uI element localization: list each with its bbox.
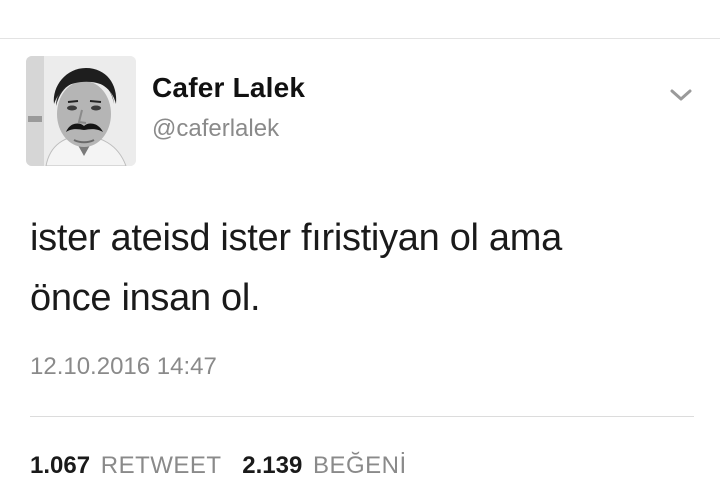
retweet-stat[interactable]: 1.067 RETWEET: [30, 452, 222, 480]
author-name[interactable]: Cafer Lalek: [152, 72, 305, 104]
author-handle[interactable]: @caferlalek: [152, 115, 279, 143]
like-label: BEĞENİ: [312, 452, 407, 479]
tweet-text: ister ateisd ister fıristiyan ol ama önc…: [30, 208, 680, 328]
tweet-timestamp[interactable]: 12.10.2016 14:47: [30, 353, 217, 381]
tweet-menu-button[interactable]: [666, 80, 696, 110]
stats-divider: [30, 416, 694, 417]
like-stat[interactable]: 2.139 BEĞENİ: [242, 452, 406, 480]
like-count: 2.139: [242, 452, 303, 479]
retweet-label: RETWEET: [100, 452, 222, 479]
avatar-photo-icon: [26, 56, 136, 166]
retweet-count: 1.067: [30, 452, 91, 479]
chevron-down-icon: [670, 89, 692, 101]
avatar[interactable]: [26, 56, 136, 166]
tweet-text-line: ister ateisd ister fıristiyan ol ama: [30, 217, 562, 259]
tweet-text-line: önce insan ol.: [30, 277, 261, 319]
tweet-stats: 1.067 RETWEET 2.139 BEĞENİ: [30, 452, 421, 480]
top-divider: [0, 38, 720, 39]
